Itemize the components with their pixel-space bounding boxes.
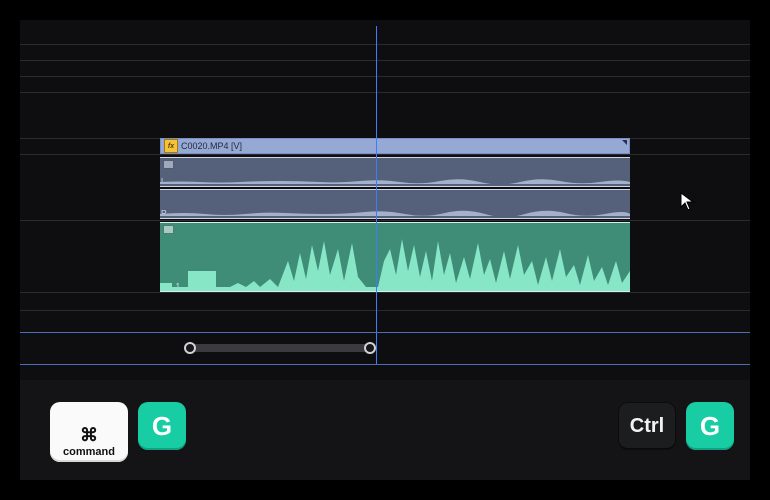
keycap-ctrl: Ctrl — [618, 402, 676, 450]
cursor-icon — [680, 192, 696, 212]
keycap-g-mac: G — [138, 402, 186, 450]
command-symbol-icon: ⌘ — [80, 426, 98, 444]
keyframe-toggle-icon[interactable] — [163, 160, 174, 169]
zoom-scrollbar[interactable] — [190, 344, 370, 352]
video-clip-label: C0020.MP4 [V] — [181, 141, 242, 151]
zoom-handle-right[interactable] — [364, 342, 376, 354]
playhead[interactable] — [376, 26, 377, 364]
clip-trim-icon — [622, 140, 627, 145]
timeline-divider — [20, 332, 750, 333]
video-clip[interactable]: fx C0020.MP4 [V] — [160, 138, 630, 154]
zoom-handle-left[interactable] — [184, 342, 196, 354]
shortcut-overlay: ⌘ command G Ctrl G — [20, 380, 750, 480]
waveform-left-icon — [160, 176, 630, 184]
timeline-divider — [20, 364, 750, 365]
keycap-command: ⌘ command — [50, 402, 128, 462]
fx-badge-icon: fx — [164, 139, 178, 153]
keycap-command-label: command — [63, 446, 115, 458]
waveform-mono-icon — [160, 231, 630, 291]
audio-clip-stereo[interactable]: L R — [160, 157, 630, 219]
waveform-right-icon — [160, 208, 630, 216]
audio-clip-mono[interactable]: Ch. 1 — [160, 222, 630, 292]
keycap-g-win: G — [686, 402, 734, 450]
editor-stage: fx C0020.MP4 [V] L R Ch. 1 — [20, 20, 750, 480]
